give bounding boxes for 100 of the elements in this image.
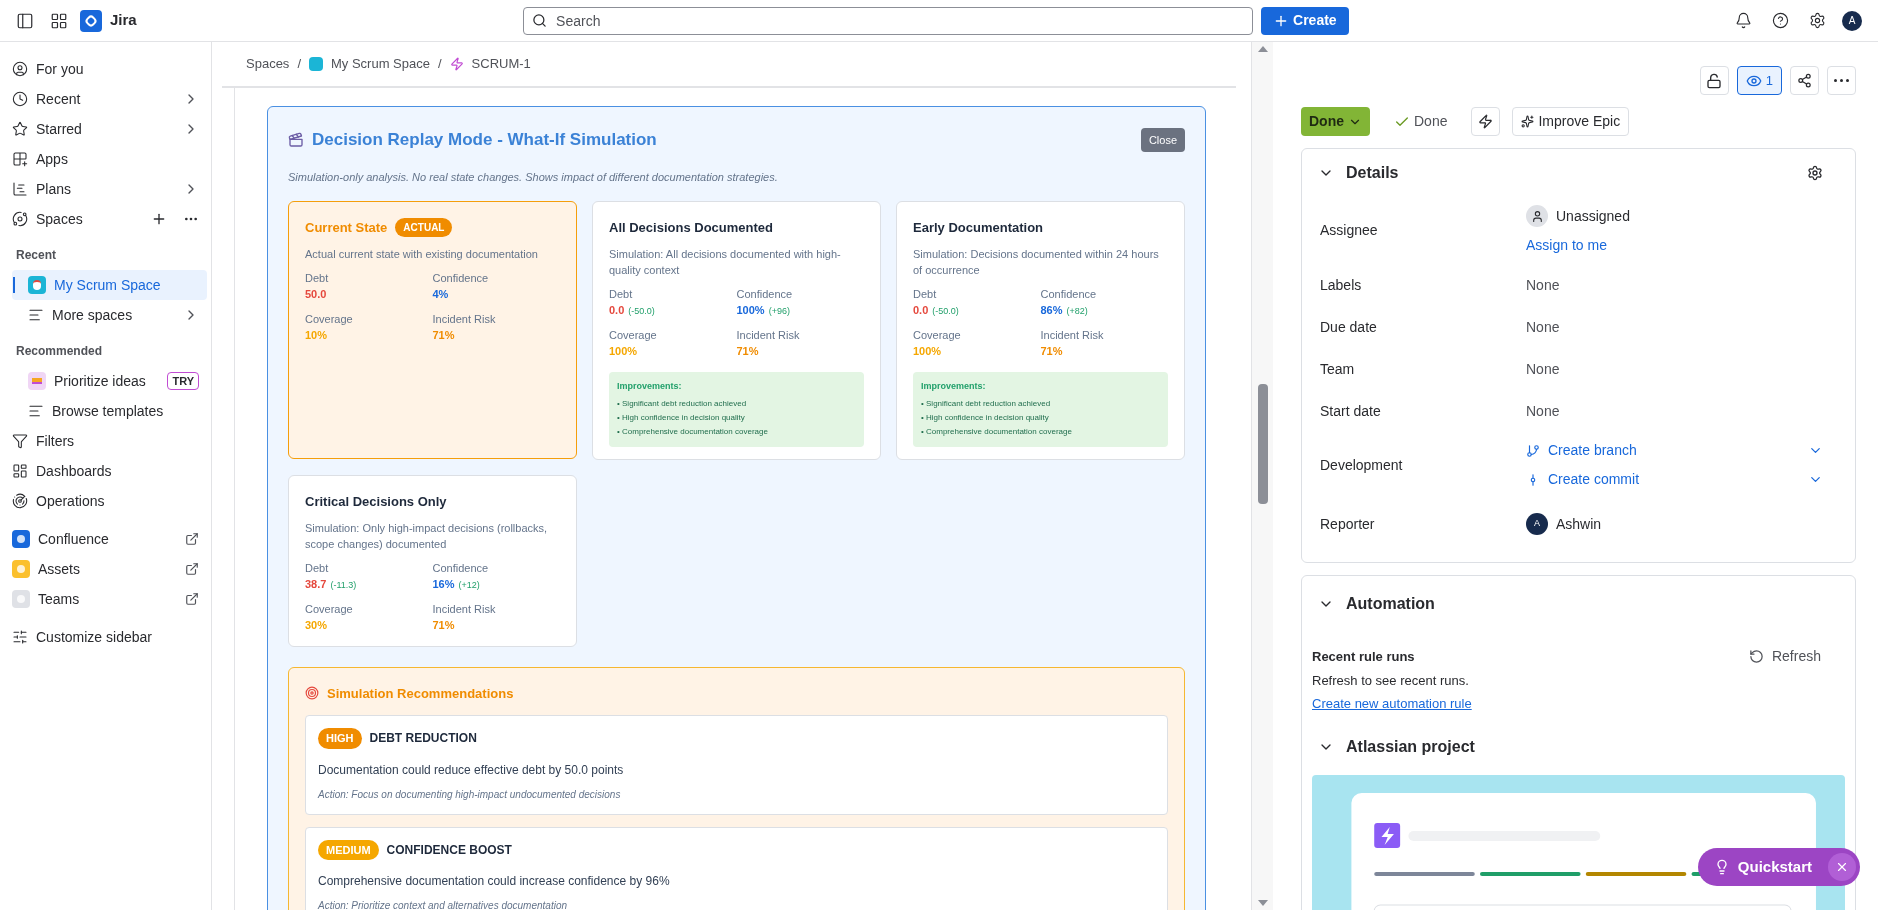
metric-label: Incident Risk bbox=[736, 327, 801, 343]
sidebar-item[interactable]: My Scrum Space bbox=[12, 270, 207, 300]
settings-icon[interactable] bbox=[1807, 165, 1823, 181]
jira-logo-icon[interactable] bbox=[80, 9, 102, 32]
recommendation-text: Documentation could reduce effective debt by 50.0 points bbox=[318, 761, 625, 779]
recommendation-text: Comprehensive documentation could increase confidence by 96% bbox=[318, 873, 671, 890]
share-button[interactable] bbox=[1790, 66, 1819, 95]
metric-value: 38.7 bbox=[305, 577, 327, 592]
sidebar-item[interactable]: For you bbox=[4, 54, 207, 84]
help-icon[interactable] bbox=[1772, 12, 1789, 29]
space-avatar-icon bbox=[309, 57, 323, 71]
radar-icon bbox=[12, 493, 28, 509]
sidebar-item[interactable]: Prioritize ideas TRY bbox=[12, 366, 207, 396]
metric-value: 71% bbox=[1040, 344, 1063, 359]
sidebar-item[interactable]: Spaces bbox=[4, 204, 207, 234]
star-icon bbox=[12, 121, 28, 137]
automation-button[interactable] bbox=[1471, 107, 1501, 136]
section-heading: Recommended bbox=[16, 344, 103, 358]
sidebar-item[interactable]: Dashboards bbox=[4, 456, 207, 486]
sidebar-item[interactable]: Filters bbox=[4, 426, 207, 456]
quickstart-button[interactable]: Quickstart bbox=[1697, 848, 1860, 886]
field-label: Labels bbox=[1319, 275, 1363, 295]
breadcrumb-link[interactable]: My Scrum Space bbox=[331, 54, 430, 74]
sidebar-item[interactable]: Confluence bbox=[4, 524, 207, 554]
add-icon[interactable] bbox=[151, 211, 167, 227]
user-placeholder-icon bbox=[1526, 205, 1548, 227]
lightning-icon bbox=[449, 57, 464, 71]
recommendation-action: Action: Prioritize context and alternatives documentation bbox=[318, 899, 569, 910]
improvements-title: Improvements: bbox=[617, 379, 683, 393]
field-value: None bbox=[1526, 359, 1561, 379]
development-link[interactable]: Create branch bbox=[1548, 440, 1800, 461]
lock-button[interactable] bbox=[1699, 66, 1729, 95]
search-icon bbox=[532, 12, 548, 28]
metric-label: Confidence bbox=[736, 286, 794, 302]
create-button[interactable]: Create bbox=[1261, 6, 1349, 35]
more-icon bbox=[1834, 79, 1849, 82]
metric-delta: (+82) bbox=[1066, 305, 1088, 318]
metric-value: 0.0 bbox=[609, 303, 625, 318]
sidebar-item[interactable]: Plans bbox=[4, 174, 207, 204]
sidebar-item[interactable]: Starred bbox=[4, 114, 207, 144]
recommendation-title: CONFIDENCE BOOST bbox=[386, 841, 512, 859]
notifications-icon[interactable] bbox=[1735, 12, 1752, 29]
section-title[interactable]: Automation bbox=[1346, 592, 1435, 616]
card-title: Early Documentation bbox=[913, 219, 1044, 237]
sidebar-item[interactable]: Recent bbox=[4, 84, 207, 114]
panel-subtitle: Simulation-only analysis. No real state changes. Shows impact of different documentation strategies. bbox=[288, 169, 779, 185]
sidebar-item[interactable]: Browse templates bbox=[12, 396, 207, 426]
external-link-icon bbox=[185, 532, 199, 546]
watch-button[interactable]: 1 bbox=[1736, 66, 1782, 95]
breadcrumb-separator: / bbox=[438, 55, 442, 74]
improvements-title: Improvements: bbox=[921, 379, 987, 393]
field-label: Assignee bbox=[1319, 221, 1379, 240]
list-icon bbox=[28, 403, 44, 419]
user-avatar[interactable]: A bbox=[1842, 10, 1862, 31]
metric-value: 4% bbox=[432, 287, 449, 302]
close-button[interactable]: Close bbox=[1140, 127, 1185, 152]
breadcrumb-link[interactable]: SCRUM-1 bbox=[471, 54, 531, 74]
improve-epic-button[interactable]: Improve Epic bbox=[1512, 107, 1630, 136]
metric-value: 71% bbox=[432, 618, 455, 633]
sidebar-item[interactable]: Apps bbox=[4, 144, 207, 174]
metric-label: Confidence bbox=[432, 560, 490, 576]
status-button[interactable]: Done bbox=[1301, 107, 1370, 136]
refresh-button[interactable]: Refresh bbox=[1748, 646, 1821, 667]
metric-delta: (-50.0) bbox=[932, 305, 959, 318]
search-field[interactable]: Search bbox=[523, 6, 1254, 35]
improvement-item: • Comprehensive documentation coverage bbox=[617, 426, 769, 438]
assign-link[interactable]: Assign to me bbox=[1526, 235, 1839, 256]
section-heading: Recent bbox=[16, 248, 56, 262]
sidebar-item[interactable]: More spaces bbox=[12, 300, 207, 330]
sidebar-item[interactable]: Teams bbox=[4, 584, 207, 614]
sliders-icon bbox=[12, 629, 28, 645]
sidebar-item[interactable]: Customize sidebar bbox=[4, 622, 207, 652]
section-title[interactable]: Details bbox=[1346, 161, 1399, 185]
user-circle-icon bbox=[12, 61, 28, 77]
actual-badge: ACTUAL bbox=[395, 218, 453, 238]
unlock-icon bbox=[1706, 72, 1723, 89]
metric-label: Debt bbox=[609, 286, 634, 302]
sidebar-item[interactable]: Operations bbox=[4, 486, 207, 516]
metric-label: Confidence bbox=[1040, 286, 1098, 302]
field-value: None bbox=[1526, 317, 1561, 337]
list-icon bbox=[28, 307, 44, 323]
close-icon[interactable] bbox=[1828, 853, 1856, 881]
sidebar-toggle-icon[interactable] bbox=[16, 11, 34, 30]
improvement-item: • Comprehensive documentation coverage bbox=[921, 426, 1073, 438]
app-switcher-icon[interactable] bbox=[50, 11, 68, 30]
metric-value: 100% bbox=[609, 344, 638, 359]
app-name[interactable]: Jira bbox=[110, 9, 137, 32]
recommendation-title: DEBT REDUCTION bbox=[369, 730, 477, 748]
sidebar-item[interactable]: Assets bbox=[4, 554, 207, 584]
panel-title: Decision Replay Mode - What-If Simulation bbox=[312, 129, 657, 151]
section-title[interactable]: Atlassian project bbox=[1346, 734, 1475, 759]
recommendations-title: Simulation Recommendations bbox=[327, 684, 514, 703]
development-link[interactable]: Create commit bbox=[1548, 469, 1800, 490]
scrollbar[interactable] bbox=[1251, 42, 1273, 910]
more-button[interactable] bbox=[1827, 66, 1856, 95]
settings-icon[interactable] bbox=[1809, 12, 1826, 29]
metric-value: 100% bbox=[736, 303, 765, 318]
create-rule-link[interactable]: Create new automation rule bbox=[1312, 695, 1472, 711]
breadcrumb-link[interactable]: Spaces bbox=[246, 54, 290, 74]
card-description: Simulation: All decisions documented with high-quality context bbox=[609, 246, 842, 278]
